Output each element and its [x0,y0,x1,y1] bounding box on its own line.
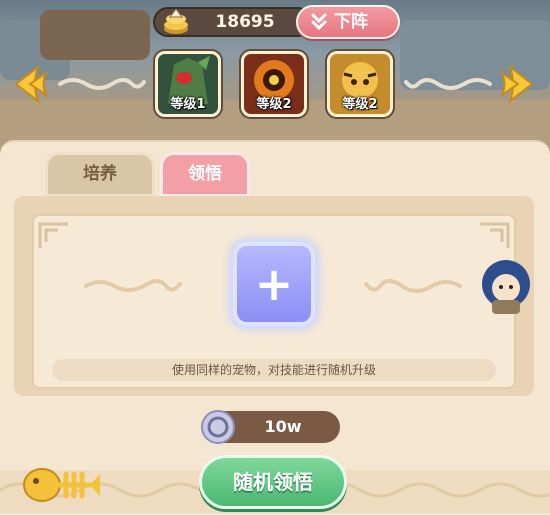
pet-level: 等级1 [170,97,206,112]
fish-bone-icon [23,468,100,502]
button-label: 随机领悟 [233,470,313,494]
assistant-character-avatar[interactable] [478,258,534,316]
plus-icon: + [254,257,294,311]
next-arrow-icon[interactable] [500,63,540,105]
tab-comprehend[interactable]: 领悟 [160,152,250,197]
cost-amount: 10w [264,417,302,436]
tab-label: 领悟 [188,164,222,184]
cloud-ornament-icon [58,78,146,90]
cloud-ornament-icon [84,279,182,292]
pet-slot[interactable]: 等级2 [241,51,307,117]
pet-slot[interactable]: 等级1 [155,51,221,117]
tab-label: 培养 [83,164,117,184]
cloud-ornament-icon [404,78,492,90]
corner-ornament-icon [480,222,510,248]
gold-coin-stack-icon [164,8,188,34]
unequip-button[interactable]: 下阵 [296,5,400,39]
pet-level: 等级2 [256,97,292,112]
scene-crate [40,10,150,60]
tab-cultivate[interactable]: 培养 [45,152,155,197]
pet-slot[interactable]: 等级2 [327,51,393,117]
hint-text: 使用同样的宠物，对技能进行随机升级 [52,359,496,381]
random-comprehend-button[interactable]: 随机领悟 [199,455,347,509]
add-pet-slot-button[interactable]: + [233,242,315,326]
unequip-label: 下阵 [334,12,368,32]
corner-ornament-icon [38,222,68,248]
coin-count: 18695 [215,12,275,32]
pet-level: 等级2 [342,97,378,112]
silver-coin-icon [201,410,235,444]
previous-arrow-icon[interactable] [8,63,48,105]
cloud-ornament-icon [364,279,462,293]
double-chevron-down-icon [311,13,327,31]
